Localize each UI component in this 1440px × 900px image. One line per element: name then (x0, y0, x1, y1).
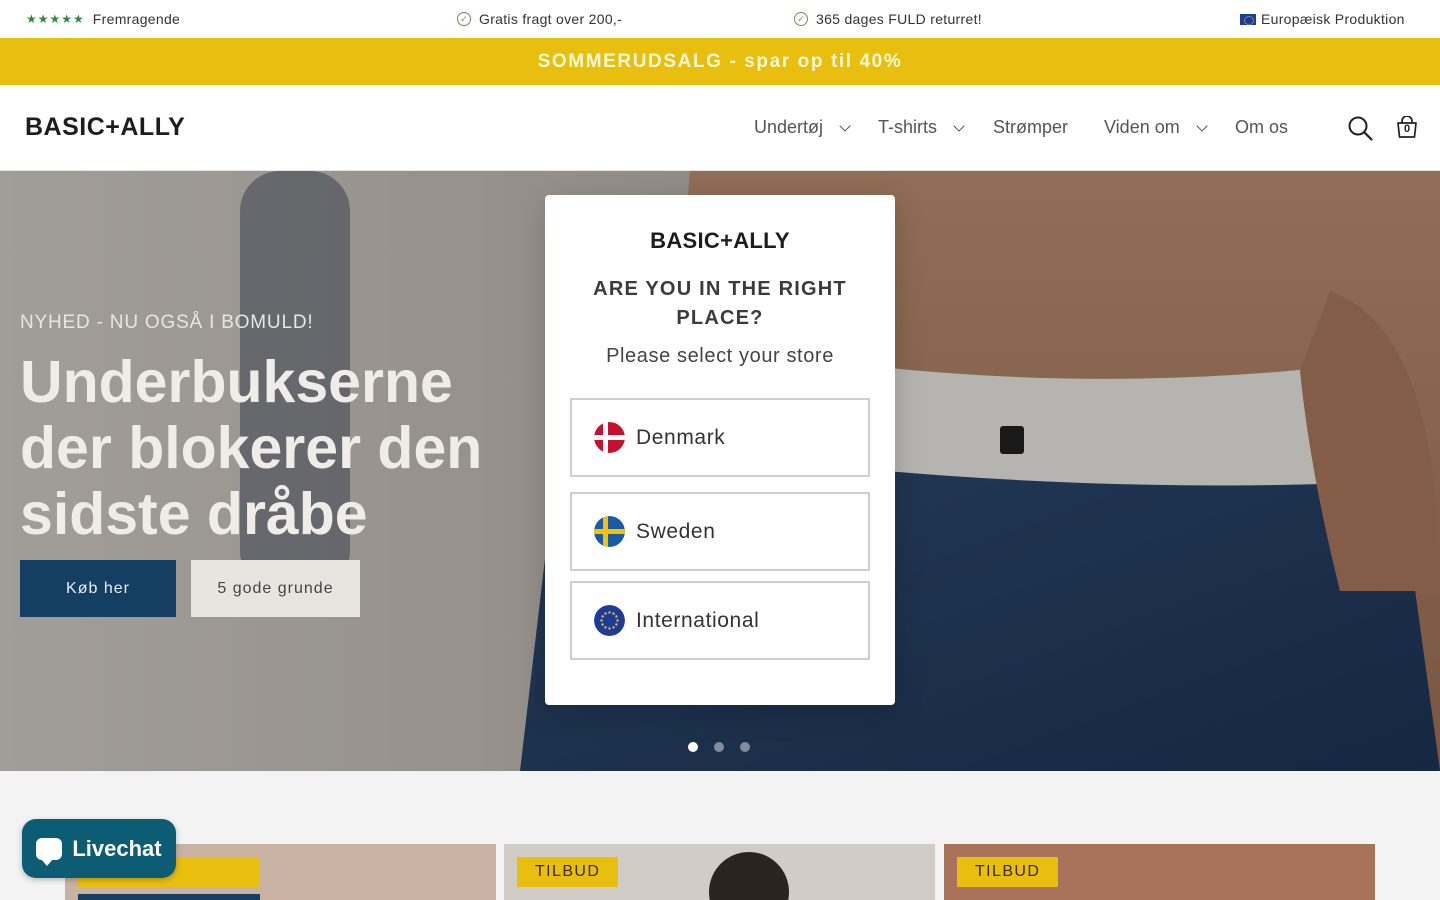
modal-title: ARE YOU IN THE RIGHT PLACE? (593, 278, 847, 329)
nav-item-label: Om os (1235, 117, 1289, 137)
nav-item-undertoj[interactable]: Undertøj (754, 117, 851, 138)
promo-text: SOMMERUDSALG - spar op til 40% (537, 50, 903, 72)
hero-title: Underbukserne der blokerer den sidste dr… (20, 349, 483, 547)
production-label: Europæisk Produktion (1261, 11, 1405, 27)
store-label: International (636, 608, 760, 632)
chevron-down-icon (953, 119, 965, 132)
rating-stars-icon: ★★★★★ (26, 12, 85, 26)
slide-dot-3[interactable] (740, 742, 750, 752)
slide-dot-1[interactable] (688, 742, 698, 752)
nav-item-label: T-shirts (878, 117, 938, 137)
search-icon[interactable] (1347, 115, 1373, 141)
product-label-strip (78, 894, 260, 900)
slide-indicators (688, 742, 750, 752)
sweden-flag-icon (594, 516, 625, 547)
nav-item-tshirts[interactable]: T-shirts (878, 117, 965, 138)
rating-label: Fremragende (92, 11, 181, 27)
cart-button[interactable]: 0 (1396, 115, 1418, 138)
shipping-label: Gratis fragt over 200,- (479, 11, 623, 27)
rating-item: ★★★★★ Fremragende (26, 11, 180, 27)
site-logo[interactable]: BASIC+ALLY (25, 113, 185, 142)
slide-dot-2[interactable] (714, 742, 724, 752)
nav-item-label: Undertøj (754, 117, 824, 137)
sale-badge: TILBUD (517, 857, 619, 887)
returns-item: ✓ 365 dages FULD returret! (794, 11, 982, 27)
store-selector-modal: BASIC+ALLY ARE YOU IN THE RIGHT PLACE? P… (545, 195, 895, 705)
sale-badge: TILBUD (957, 857, 1059, 887)
eu-flag-icon (1240, 13, 1256, 25)
nav-item-om-os[interactable]: Om os (1235, 117, 1288, 138)
nav-item-stromper[interactable]: Strømper (993, 117, 1068, 138)
denmark-flag-icon (594, 422, 625, 453)
check-icon: ✓ (457, 12, 471, 26)
promo-banner[interactable]: SOMMERUDSALG - spar op til 40% (0, 38, 1440, 85)
nav-item-label: Strømper (993, 117, 1069, 137)
product-card[interactable]: TILBUD (504, 844, 935, 900)
store-option-international[interactable]: International (570, 581, 870, 660)
eu-flag-icon (594, 605, 625, 636)
five-reasons-button[interactable]: 5 gode grunde (191, 560, 360, 617)
store-label: Denmark (636, 425, 726, 449)
store-label: Sweden (636, 519, 716, 543)
site-header: BASIC+ALLY Undertøj T-shirts Strømper Vi… (0, 85, 1440, 171)
store-option-denmark[interactable]: Denmark (570, 398, 870, 477)
shipping-item: ✓ Gratis fragt over 200,- (457, 11, 622, 27)
store-option-sweden[interactable]: Sweden (570, 492, 870, 571)
production-item: Europæisk Produktion (1240, 11, 1405, 27)
top-info-bar: ★★★★★ Fremragende ✓ Gratis fragt over 20… (0, 0, 1440, 38)
livechat-button[interactable]: Livechat (22, 819, 176, 878)
chevron-down-icon (1196, 119, 1208, 132)
chat-bubble-icon (36, 837, 63, 866)
chevron-down-icon (839, 119, 851, 132)
check-icon: ✓ (794, 12, 808, 26)
returns-label: 365 dages FULD returret! (816, 11, 982, 27)
modal-logo: BASIC+ALLY (650, 228, 790, 253)
product-section: TILBUD TILBUD TILBUD (0, 771, 1440, 900)
hero-eyebrow: NYHED - NU OGSÅ I BOMULD! (20, 312, 314, 333)
modal-subtitle: Please select your store (606, 345, 834, 367)
cart-count: 0 (1403, 123, 1411, 135)
buy-here-button[interactable]: Køb her (20, 560, 176, 617)
product-card[interactable]: TILBUD (944, 844, 1375, 900)
livechat-label: Livechat (72, 835, 162, 861)
nav-item-label: Viden om (1104, 117, 1180, 137)
product-image (709, 852, 789, 900)
nav-item-viden-om[interactable]: Viden om (1104, 117, 1208, 138)
